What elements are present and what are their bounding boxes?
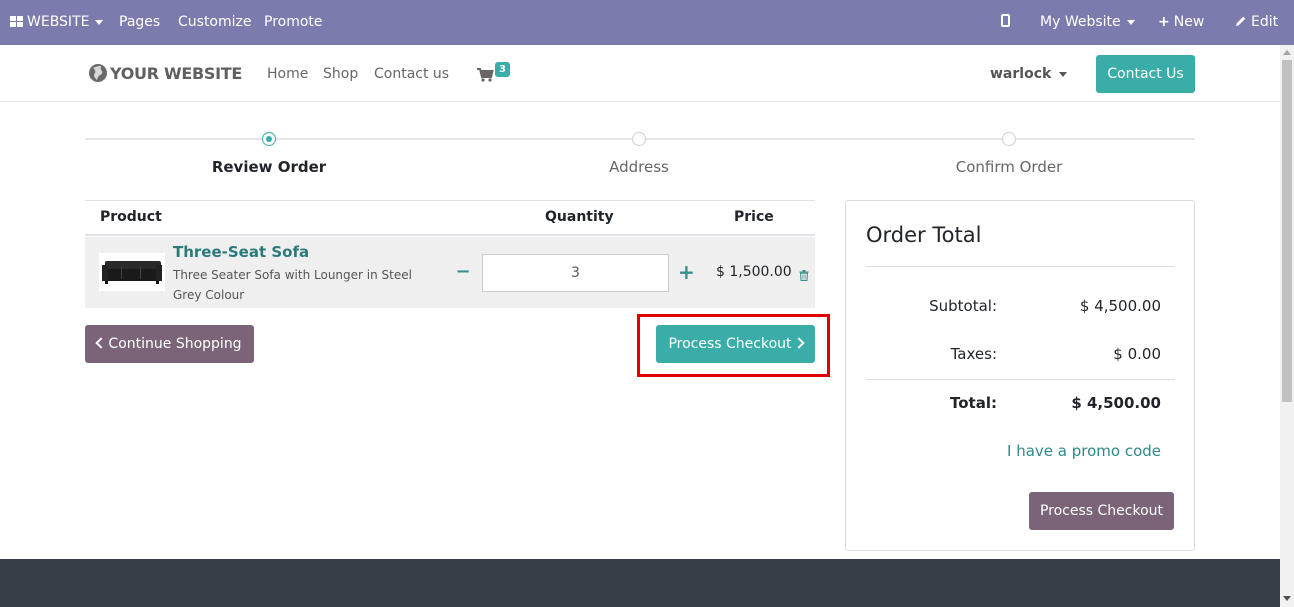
promote-menu[interactable]: Promote bbox=[264, 0, 323, 45]
edit-button-label: Edit bbox=[1251, 14, 1279, 30]
shopping-cart-icon bbox=[477, 68, 494, 82]
column-header-product: Product bbox=[100, 209, 162, 225]
plus-icon: + bbox=[678, 260, 695, 284]
wizard-step-confirm-order: Confirm Order bbox=[955, 158, 1063, 176]
new-button[interactable]: + New bbox=[1158, 0, 1204, 45]
contact-us-button[interactable]: Contact Us bbox=[1096, 55, 1195, 93]
process-checkout-label: Process Checkout bbox=[668, 336, 792, 352]
site-logo[interactable]: YOUR WEBSITE bbox=[88, 62, 242, 86]
admin-bar: WEBSITE Pages Customize Promote My Websi… bbox=[0, 0, 1294, 45]
wizard-step-confirm-dot bbox=[1002, 132, 1016, 146]
quantity-input[interactable] bbox=[482, 254, 669, 292]
site-switcher-label: My Website bbox=[1040, 14, 1121, 30]
chevron-right-icon bbox=[792, 337, 805, 349]
divider bbox=[866, 266, 1175, 267]
taxes-label: Taxes: bbox=[950, 345, 997, 363]
wizard-step-review-dot bbox=[262, 132, 276, 146]
chevron-down-icon bbox=[95, 19, 104, 25]
increase-quantity-button[interactable]: + bbox=[678, 260, 695, 284]
user-name: warlock bbox=[990, 66, 1052, 82]
edit-button[interactable]: Edit bbox=[1235, 0, 1278, 45]
mobile-icon bbox=[1001, 14, 1010, 27]
wizard-step-address: Address bbox=[609, 158, 669, 176]
mobile-preview-button[interactable] bbox=[1001, 0, 1010, 45]
product-description: Three Seater Sofa with Lounger in Steel … bbox=[173, 268, 412, 302]
cart-link[interactable] bbox=[476, 62, 494, 90]
globe-icon bbox=[89, 64, 107, 82]
pages-menu[interactable]: Pages bbox=[119, 0, 160, 45]
pencil-icon bbox=[1235, 14, 1251, 30]
total-value: $ 4,500.00 bbox=[1071, 394, 1161, 412]
page-footer bbox=[0, 559, 1280, 607]
chevron-down-icon bbox=[1126, 19, 1135, 25]
new-button-label: New bbox=[1173, 14, 1205, 30]
remove-line-button[interactable] bbox=[799, 266, 809, 285]
nav-home[interactable]: Home bbox=[267, 64, 308, 84]
subtotal-label: Subtotal: bbox=[929, 297, 997, 315]
nav-contact-us[interactable]: Contact us bbox=[374, 64, 449, 84]
subtotal-value: $ 4,500.00 bbox=[1079, 297, 1161, 315]
logo-text: YOUR WEBSITE bbox=[110, 64, 242, 83]
wizard-step-address-dot bbox=[632, 132, 646, 146]
wizard-step-review-order: Review Order bbox=[211, 158, 327, 176]
cart-table-header bbox=[85, 200, 815, 236]
taxes-value: $ 0.00 bbox=[1113, 345, 1161, 363]
scrollbar-thumb[interactable] bbox=[1282, 60, 1292, 402]
line-price: $ 1,500.00 bbox=[716, 264, 792, 280]
customize-menu[interactable]: Customize bbox=[178, 0, 252, 45]
apps-grid-icon bbox=[10, 16, 23, 27]
product-name-link[interactable]: Three-Seat Sofa bbox=[173, 242, 309, 262]
scroll-up-icon[interactable] bbox=[1283, 50, 1291, 55]
promo-code-link[interactable]: I have a promo code bbox=[961, 441, 1161, 461]
user-menu[interactable]: warlock bbox=[990, 64, 1068, 84]
process-checkout-button[interactable]: Process Checkout bbox=[656, 325, 815, 363]
website-menu[interactable]: WEBSITE bbox=[10, 0, 104, 45]
decrease-quantity-button[interactable]: − bbox=[455, 262, 471, 282]
website-menu-label: WEBSITE bbox=[27, 14, 90, 30]
continue-shopping-label: Continue Shopping bbox=[108, 336, 242, 352]
column-header-price: Price bbox=[734, 209, 774, 225]
divider bbox=[866, 379, 1175, 380]
chevron-down-icon bbox=[1059, 71, 1068, 77]
product-image[interactable] bbox=[99, 253, 165, 291]
chevron-left-icon bbox=[95, 337, 108, 349]
minus-icon: − bbox=[455, 261, 471, 282]
cart-count-badge: 3 bbox=[495, 62, 510, 77]
card-process-checkout-button[interactable]: Process Checkout bbox=[1029, 492, 1174, 530]
total-label: Total: bbox=[950, 394, 997, 412]
nav-shop[interactable]: Shop bbox=[323, 64, 358, 84]
trash-icon bbox=[799, 270, 809, 281]
column-header-quantity: Quantity bbox=[545, 209, 614, 225]
scroll-down-icon[interactable] bbox=[1283, 596, 1291, 601]
order-total-title: Order Total bbox=[866, 223, 982, 247]
site-switcher[interactable]: My Website bbox=[1040, 0, 1135, 45]
plus-icon: + bbox=[1158, 14, 1170, 30]
continue-shopping-button[interactable]: Continue Shopping bbox=[85, 325, 254, 363]
